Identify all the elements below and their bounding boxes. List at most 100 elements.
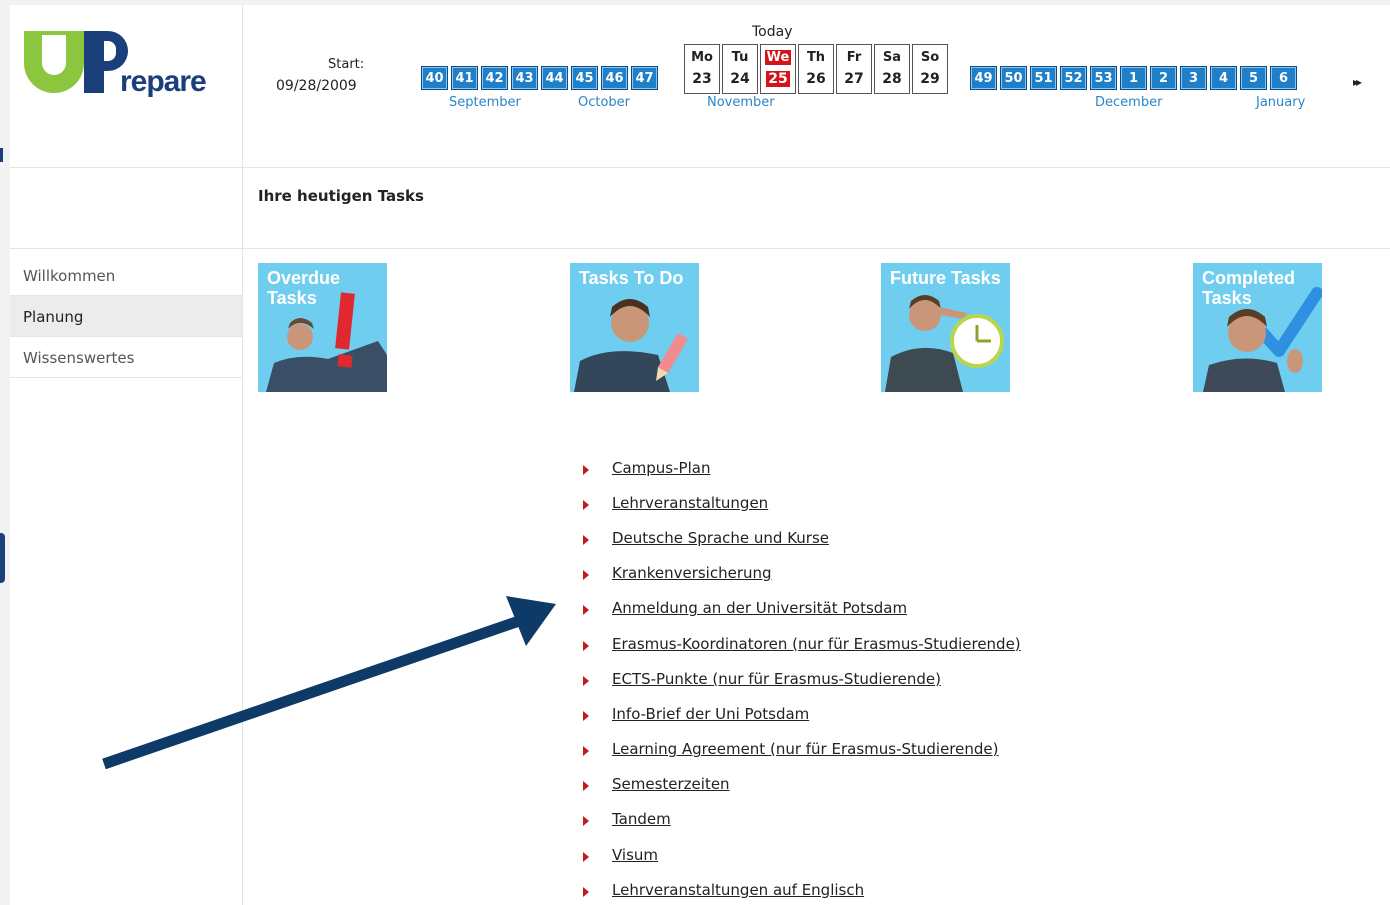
link-visum[interactable]: Visum [612, 846, 658, 864]
list-item: Deutsche Sprache und Kurse [583, 520, 1021, 555]
list-item: ECTS-Punkte (nur für Erasmus-Studierende… [583, 661, 1021, 696]
bullet-arrow-icon [583, 781, 589, 792]
logo-text: repare [120, 65, 207, 98]
week-button-1[interactable]: 1 [1120, 66, 1147, 90]
list-item: Erasmus-Koordinatoren (nur für Erasmus-S… [583, 626, 1021, 661]
week-button-41[interactable]: 41 [451, 66, 478, 90]
edge-annotation-mark [0, 533, 5, 583]
bullet-arrow-icon [583, 570, 589, 581]
today-label: Today [752, 24, 793, 40]
month-label-october: October [578, 95, 631, 110]
week-button-44[interactable]: 44 [541, 66, 568, 90]
divider [243, 248, 1390, 249]
week-button-52[interactable]: 52 [1060, 66, 1087, 90]
link-ects-punkte[interactable]: ECTS-Punkte (nur für Erasmus-Studierende… [612, 670, 941, 688]
week-button-6[interactable]: 6 [1270, 66, 1297, 90]
bullet-arrow-icon [583, 534, 589, 545]
day-cell-so[interactable]: So 29 [912, 44, 948, 94]
link-tandem[interactable]: Tandem [612, 810, 671, 828]
tile-overdue-tasks[interactable]: Overdue Tasks [258, 263, 387, 392]
current-week-days: Mo 23 Tu 24 We 25 Th 26 Fr 27 Sa 28 So 29 [684, 44, 948, 94]
divider [10, 167, 242, 168]
bullet-arrow-icon [583, 464, 589, 475]
sidebar-item-willkommen[interactable]: Willkommen [10, 255, 242, 296]
week-button-43[interactable]: 43 [511, 66, 538, 90]
month-label-december: December [1095, 95, 1163, 110]
bullet-arrow-icon [583, 886, 589, 897]
start-date: 09/28/2009 [276, 78, 357, 94]
link-campus-plan[interactable]: Campus-Plan [612, 459, 710, 477]
list-item: Learning Agreement (nur für Erasmus-Stud… [583, 732, 1021, 767]
list-item: Lehrveranstaltungen auf Englisch [583, 872, 1021, 905]
bullet-arrow-icon [583, 640, 589, 651]
week-button-45[interactable]: 45 [571, 66, 598, 90]
link-erasmus-koordinatoren[interactable]: Erasmus-Koordinatoren (nur für Erasmus-S… [612, 635, 1021, 653]
week-button-53[interactable]: 53 [1090, 66, 1117, 90]
month-label-september: September [449, 95, 521, 110]
sidebar-item-wissenswertes[interactable]: Wissenswertes [10, 337, 242, 378]
week-button-46[interactable]: 46 [601, 66, 628, 90]
day-cell-th[interactable]: Th 26 [798, 44, 834, 94]
week-button-5[interactable]: 5 [1240, 66, 1267, 90]
list-item: Visum [583, 837, 1021, 872]
tile-completed-tasks[interactable]: Completed Tasks [1193, 263, 1322, 392]
list-item: Tandem [583, 802, 1021, 837]
page-title: Ihre heutigen Tasks [258, 187, 424, 205]
bullet-arrow-icon [583, 605, 589, 616]
month-label-january: January [1256, 95, 1306, 110]
list-item: Campus-Plan [583, 450, 1021, 485]
start-label: Start: [328, 57, 365, 72]
week-button-50[interactable]: 50 [1000, 66, 1027, 90]
list-item: Krankenversicherung [583, 556, 1021, 591]
month-label-november: November [707, 95, 775, 110]
left-column: repare Willkommen Planung Wissenswertes [10, 5, 243, 905]
uprepare-logo: repare [24, 27, 224, 117]
link-deutsche-sprache[interactable]: Deutsche Sprache und Kurse [612, 529, 829, 547]
week-button-4[interactable]: 4 [1210, 66, 1237, 90]
tile-tasks-to-do[interactable]: Tasks To Do [570, 263, 699, 392]
tile-future-tasks[interactable]: Future Tasks [881, 263, 1010, 392]
tile-title: Completed Tasks [1202, 268, 1296, 308]
divider [10, 248, 242, 249]
list-item: Anmeldung an der Universität Potsdam [583, 591, 1021, 626]
info-link-list: Campus-Plan Lehrveranstaltungen Deutsche… [583, 450, 1021, 905]
week-button-49[interactable]: 49 [970, 66, 997, 90]
bullet-arrow-icon [583, 675, 589, 686]
link-info-brief[interactable]: Info-Brief der Uni Potsdam [612, 705, 809, 723]
week-button-51[interactable]: 51 [1030, 66, 1057, 90]
bullet-arrow-icon [583, 710, 589, 721]
bullet-arrow-icon [583, 746, 589, 757]
week-button-42[interactable]: 42 [481, 66, 508, 90]
list-item: Info-Brief der Uni Potsdam [583, 696, 1021, 731]
bullet-arrow-icon [583, 816, 589, 827]
link-anmeldung[interactable]: Anmeldung an der Universität Potsdam [612, 599, 907, 617]
bullet-arrow-icon [583, 851, 589, 862]
edge-annotation-mark [0, 148, 3, 162]
divider [243, 167, 1390, 168]
sidebar-nav: Willkommen Planung Wissenswertes [10, 255, 242, 378]
next-weeks-icon[interactable]: ▸▸ [1353, 75, 1362, 89]
day-cell-sa[interactable]: Sa 28 [874, 44, 910, 94]
list-item: Semesterzeiten [583, 767, 1021, 802]
week-row-after: 49 50 51 52 53 1 2 3 4 5 6 [970, 66, 1297, 90]
tile-title: Future Tasks [890, 268, 1001, 288]
link-semesterzeiten[interactable]: Semesterzeiten [612, 775, 730, 793]
link-lehrveranstaltungen-englisch[interactable]: Lehrveranstaltungen auf Englisch [612, 881, 864, 899]
tile-title: Tasks To Do [579, 268, 684, 288]
sidebar-item-planung[interactable]: Planung [10, 296, 242, 337]
day-cell-we-today[interactable]: We 25 [760, 44, 796, 94]
week-button-2[interactable]: 2 [1150, 66, 1177, 90]
link-lehrveranstaltungen[interactable]: Lehrveranstaltungen [612, 494, 768, 512]
app-frame: repare Willkommen Planung Wissenswertes … [10, 5, 1390, 905]
week-button-47[interactable]: 47 [631, 66, 658, 90]
list-item: Lehrveranstaltungen [583, 485, 1021, 520]
day-cell-fr[interactable]: Fr 27 [836, 44, 872, 94]
day-cell-mo[interactable]: Mo 23 [684, 44, 720, 94]
week-button-40[interactable]: 40 [421, 66, 448, 90]
week-button-3[interactable]: 3 [1180, 66, 1207, 90]
bullet-arrow-icon [583, 499, 589, 510]
link-krankenversicherung[interactable]: Krankenversicherung [612, 564, 772, 582]
day-cell-tu[interactable]: Tu 24 [722, 44, 758, 94]
link-learning-agreement[interactable]: Learning Agreement (nur für Erasmus-Stud… [612, 740, 998, 758]
week-row-before: 40 41 42 43 44 45 46 47 [421, 66, 658, 90]
